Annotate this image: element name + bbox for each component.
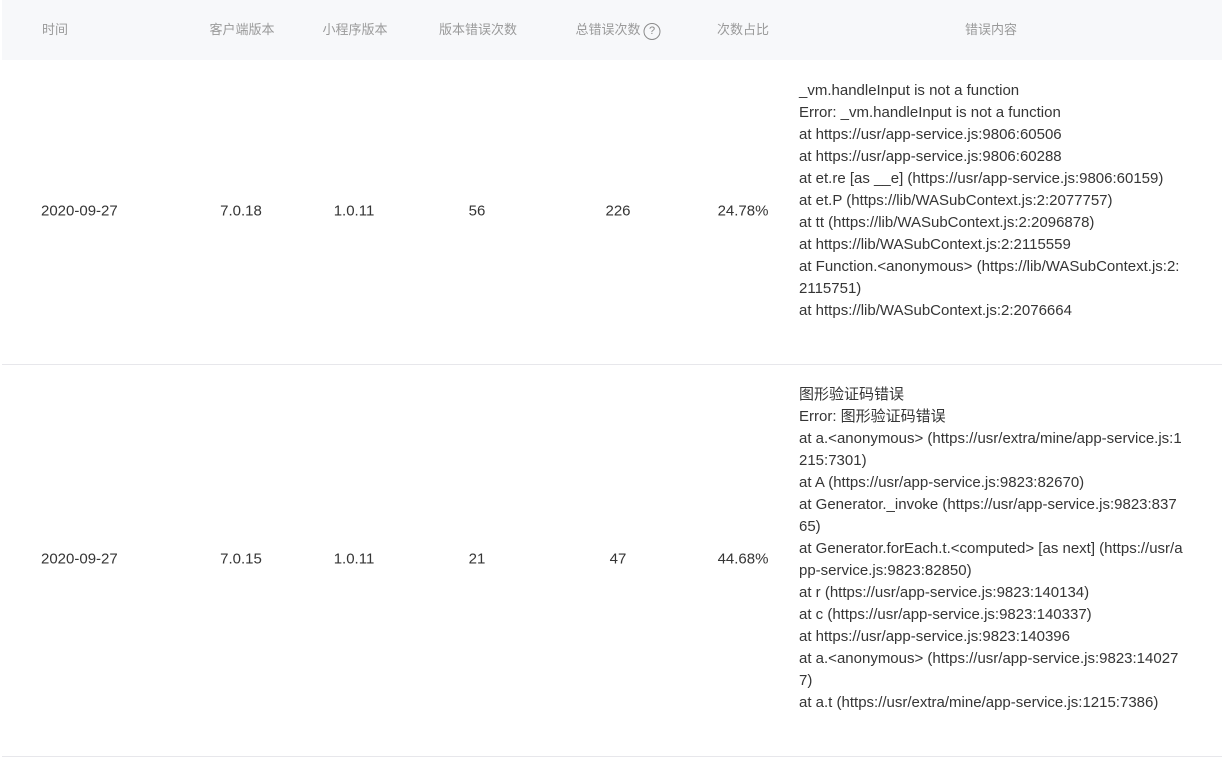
error-line: at Generator._invoke (https://usr/app-se… bbox=[799, 496, 1177, 535]
cell-ratio: 44.68% bbox=[717, 550, 769, 568]
error-line: at Generator.forEach.t.<computed> [as ne… bbox=[799, 540, 1183, 579]
cell-client-version: 7.0.18 bbox=[220, 202, 262, 220]
error-line: at r (https://usr/app-service.js:9823:14… bbox=[799, 584, 1090, 601]
cell-time: 2020-09-27 bbox=[41, 550, 118, 568]
error-line: at a.t (https://usr/extra/mine/app-servi… bbox=[799, 694, 1159, 711]
cell-ratio: 24.78% bbox=[717, 202, 769, 220]
cell-version-error-count: 21 bbox=[468, 550, 486, 568]
error-line: at tt (https://lib/WASubContext.js:2:209… bbox=[799, 214, 1095, 231]
table-header: 时间 客户端版本 小程序版本 版本错误次数 总错误次数? 次数占比 错误内容 bbox=[2, 0, 1222, 60]
cell-total-error-count: 226 bbox=[605, 202, 631, 220]
error-line: at https://lib/WASubContext.js:2:2115559 bbox=[799, 236, 1071, 253]
error-line: at Function.<anonymous> (https://lib/WAS… bbox=[799, 258, 1180, 297]
error-log-table: 时间 客户端版本 小程序版本 版本错误次数 总错误次数? 次数占比 错误内容 2… bbox=[0, 0, 1226, 760]
error-line: at et.re [as __e] (https://usr/app-servi… bbox=[799, 170, 1164, 187]
table-row: 2020-09-27 7.0.15 1.0.11 21 47 44.68% 图形… bbox=[2, 364, 1222, 757]
header-time: 时间 bbox=[42, 22, 69, 37]
error-line: at https://usr/app-service.js:9823:14039… bbox=[799, 628, 1070, 645]
table-row: 2020-09-27 7.0.18 1.0.11 56 226 24.78% _… bbox=[2, 60, 1222, 365]
cell-version-error-count: 56 bbox=[468, 202, 486, 220]
header-error-content: 错误内容 bbox=[964, 22, 1018, 37]
cell-miniapp-version: 1.0.11 bbox=[333, 550, 375, 568]
header-client-version: 客户端版本 bbox=[209, 22, 275, 37]
cell-error-content: _vm.handleInput is not a function Error:… bbox=[799, 80, 1183, 322]
header-total-error-count: 总错误次数? bbox=[575, 20, 661, 40]
error-line: Error: _vm.handleInput is not a function bbox=[799, 104, 1061, 121]
error-line: at a.<anonymous> (https://usr/extra/mine… bbox=[799, 430, 1182, 469]
error-line: at a.<anonymous> (https://usr/app-servic… bbox=[799, 650, 1179, 689]
cell-client-version: 7.0.15 bbox=[220, 550, 262, 568]
error-line: 图形验证码错误 bbox=[799, 386, 905, 403]
header-version-error-count: 版本错误次数 bbox=[438, 22, 518, 37]
help-icon[interactable]: ? bbox=[643, 23, 661, 40]
cell-miniapp-version: 1.0.11 bbox=[333, 202, 375, 220]
header-total-error-count-label: 总错误次数 bbox=[575, 22, 641, 37]
cell-total-error-count: 47 bbox=[609, 550, 627, 568]
header-miniapp-version: 小程序版本 bbox=[322, 22, 388, 37]
cell-error-content: 图形验证码错误 Error: 图形验证码错误 at a.<anonymous> … bbox=[799, 384, 1183, 714]
header-ratio: 次数占比 bbox=[716, 22, 770, 37]
error-line: at https://lib/WASubContext.js:2:2076664 bbox=[799, 302, 1072, 319]
error-line: at A (https://usr/app-service.js:9823:82… bbox=[799, 474, 1085, 491]
error-line: _vm.handleInput is not a function bbox=[799, 82, 1020, 99]
error-line: at https://usr/app-service.js:9806:60288 bbox=[799, 148, 1062, 165]
error-line: at https://usr/app-service.js:9806:60506 bbox=[799, 126, 1062, 143]
error-line: at et.P (https://lib/WASubContext.js:2:2… bbox=[799, 192, 1113, 209]
cell-time: 2020-09-27 bbox=[41, 202, 118, 220]
error-line: Error: 图形验证码错误 bbox=[799, 408, 946, 425]
error-line: at c (https://usr/app-service.js:9823:14… bbox=[799, 606, 1092, 623]
